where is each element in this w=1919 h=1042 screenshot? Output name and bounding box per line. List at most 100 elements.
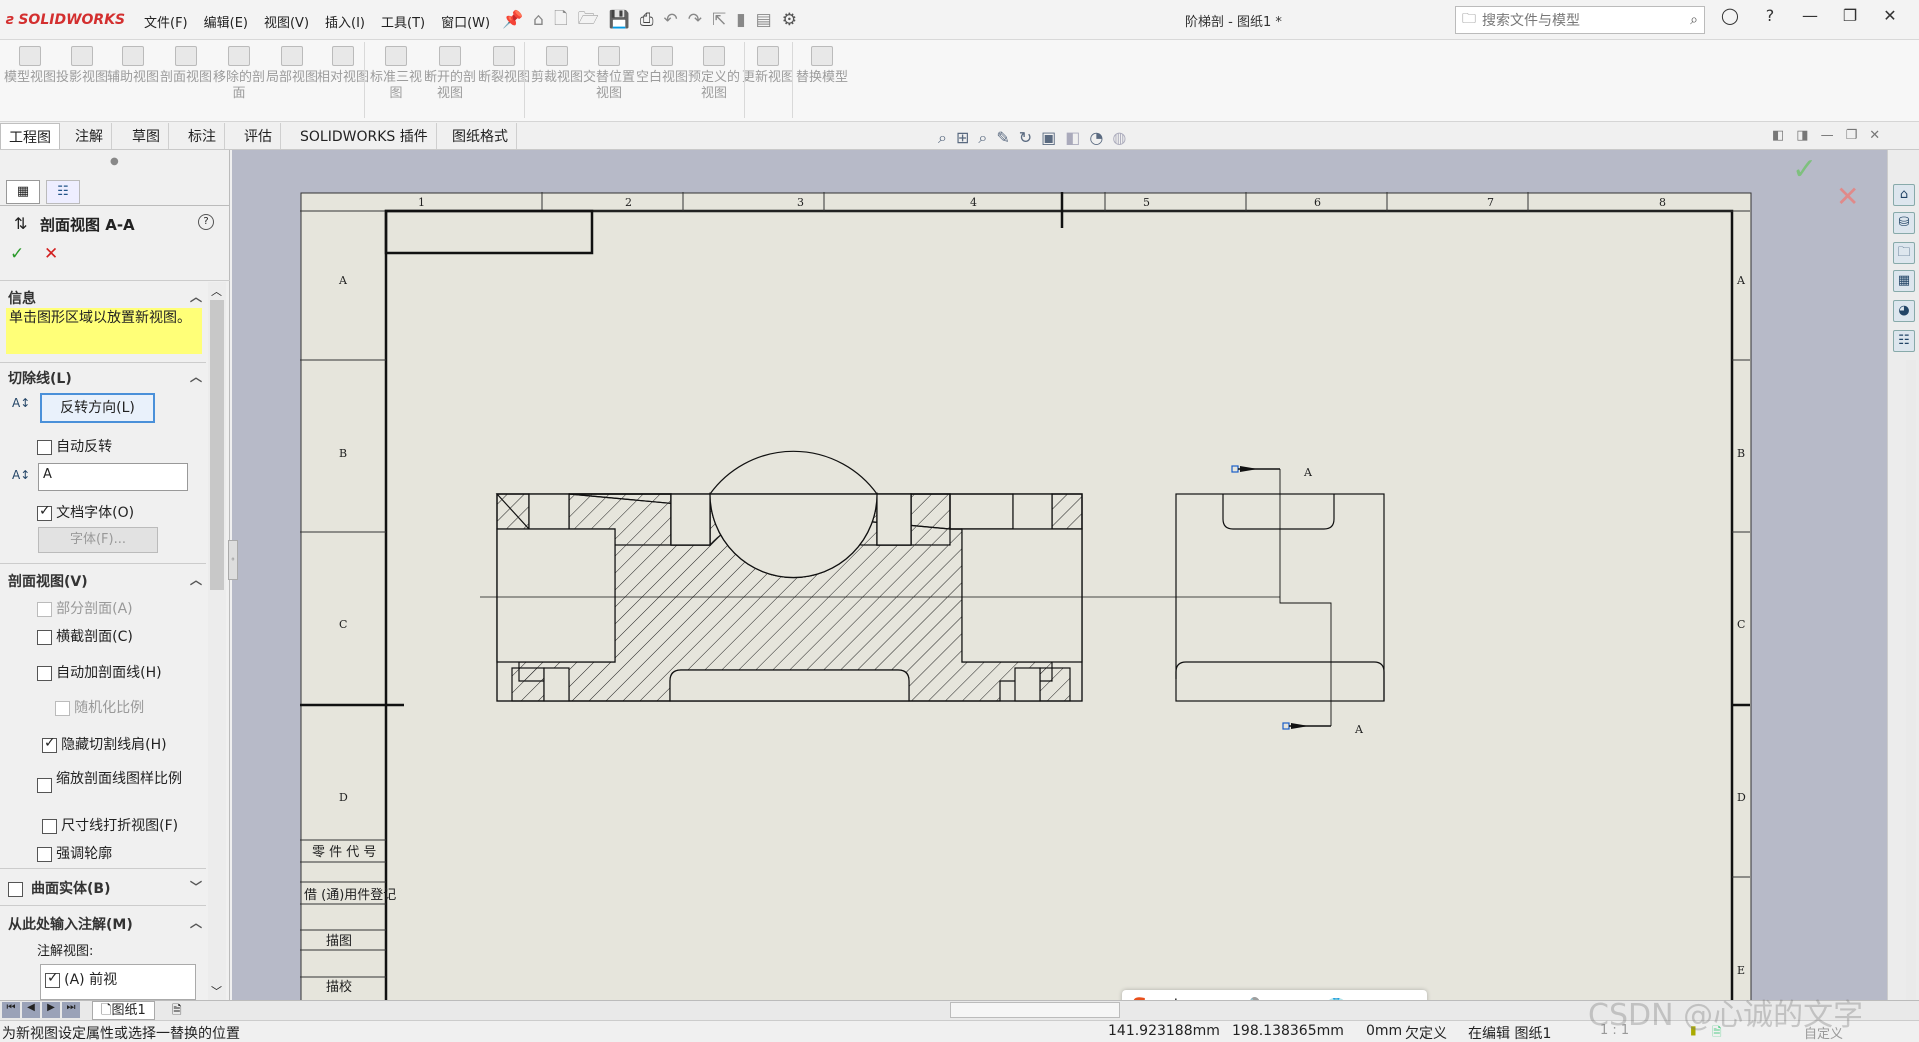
viewport-min-icon[interactable]: —	[1821, 128, 1834, 143]
tab-annotation[interactable]: 注解	[67, 123, 112, 149]
ribbon-button-replace-model[interactable]: 替换模型	[796, 46, 848, 112]
confirm-corner-ok-icon[interactable]: ✓	[1792, 152, 1817, 187]
ribbon-button-projected-view[interactable]: 投影视图	[56, 46, 108, 112]
save-icon[interactable]: 💾	[609, 10, 630, 30]
pan-icon[interactable]: ✎	[996, 128, 1009, 148]
section-view-header[interactable]: 剖面视图(V) ︿	[8, 571, 202, 591]
randomize-scale-option[interactable]: 随机化比例	[55, 697, 144, 717]
scroll-down-icon[interactable]: ﹀	[211, 983, 222, 999]
next-sheet-icon[interactable]: ▶	[42, 1002, 60, 1018]
surface-bodies-header[interactable]: 曲面实体(B) ﹀	[8, 878, 202, 898]
file-props-icon[interactable]: ▤	[756, 10, 772, 30]
appearances-icon[interactable]: ◕	[1893, 300, 1915, 322]
ribbon-button-predefined-view[interactable]: 预定义的视图	[688, 46, 740, 112]
redo-icon[interactable]: ↷	[688, 10, 702, 30]
panel-grip[interactable]: ●	[110, 156, 119, 167]
close-button[interactable]: ✕	[1870, 6, 1910, 25]
custom-properties-icon[interactable]: ☷	[1893, 330, 1915, 352]
viewport-right-icon[interactable]: ◨	[1796, 128, 1808, 143]
auto-flip-option[interactable]: 自动反转	[37, 436, 112, 456]
auto-hatch-option[interactable]: 自动加剖面线(H)	[37, 662, 162, 682]
property-tab-icon[interactable]: ☷	[46, 180, 80, 204]
doc-font-option[interactable]: 文档字体(O)	[37, 502, 134, 522]
task-pane-scrollbar[interactable]	[1906, 360, 1916, 1000]
ribbon-button-empty-view[interactable]: 空白视图	[636, 46, 688, 112]
doc-font-checkbox[interactable]	[37, 503, 52, 521]
minimize-button[interactable]: —	[1790, 6, 1830, 25]
display-style-icon[interactable]: ▣	[1041, 128, 1056, 148]
panel-collapse-handle[interactable]: ◦	[228, 540, 238, 580]
prev-sheet-icon[interactable]: ◀	[22, 1002, 40, 1018]
home-icon[interactable]: ⌂	[533, 10, 544, 30]
ribbon-button-standard-3-view[interactable]: 标准三视图	[370, 46, 422, 112]
scale-hatch-option[interactable]: 缩放剖面线图样比例	[37, 772, 207, 793]
view-settings-icon[interactable]: ◔	[1089, 128, 1103, 148]
partial-section-option[interactable]: 部分剖面(A)	[37, 598, 133, 618]
ribbon-button-removed-section[interactable]: 移除的剖面	[213, 46, 265, 112]
file-explorer-icon[interactable]: 🗀	[1893, 242, 1915, 264]
undo-icon[interactable]: ↶	[664, 10, 678, 30]
print-icon[interactable]: ⎙	[640, 10, 654, 30]
search-icon[interactable]: ⌕	[1690, 12, 1698, 28]
emphasize-outline-option[interactable]: 强调轮廓	[37, 843, 112, 863]
flip-direction-button[interactable]: 反转方向(L)	[40, 393, 155, 423]
menu-window[interactable]: 窗口(W)	[433, 10, 498, 32]
menu-edit[interactable]: 编辑(E)	[196, 10, 256, 32]
ribbon-button-broken-out-section[interactable]: 断开的剖视图	[424, 46, 476, 112]
help-icon[interactable]: ?	[1750, 6, 1790, 25]
hide-shoulders-option[interactable]: 隐藏切割线肩(H)	[42, 734, 167, 754]
tab-drawing[interactable]: 工程图	[0, 123, 60, 149]
ribbon-button-detail-view[interactable]: 局部视图	[266, 46, 318, 112]
solidworks-logo[interactable]: ƨ SOLIDWORKS	[6, 8, 125, 32]
horizontal-scrollbar[interactable]	[950, 1002, 1120, 1018]
slice-section-option[interactable]: 横截剖面(C)	[37, 626, 133, 646]
new-icon[interactable]: 🗋	[554, 6, 568, 35]
resources-home-icon[interactable]: ⌂	[1893, 184, 1915, 206]
section-label-top[interactable]: A	[1303, 466, 1313, 479]
tab-addins[interactable]: SOLIDWORKS 插件	[292, 123, 437, 149]
tab-evaluate[interactable]: 评估	[236, 123, 281, 149]
ribbon-button-relative-view[interactable]: 相对视图	[317, 46, 369, 112]
design-library-icon[interactable]: ⛁	[1893, 212, 1915, 234]
last-sheet-icon[interactable]: ⏭	[62, 1002, 80, 1018]
scene-icon[interactable]: ◍	[1112, 128, 1126, 148]
annotation-views-list[interactable]: (A) 前视	[40, 964, 196, 1000]
view-palette-icon[interactable]: ▦	[1893, 270, 1915, 292]
confirm-corner-cancel-icon[interactable]: ✕	[1836, 180, 1859, 213]
ok-button[interactable]: ✓	[10, 244, 24, 264]
restore-button[interactable]: ❐	[1830, 6, 1870, 25]
tab-markup[interactable]: 标注	[180, 123, 225, 149]
viewport-close-icon[interactable]: ✕	[1869, 128, 1880, 143]
first-sheet-icon[interactable]: ⏮	[2, 1002, 20, 1018]
font-button[interactable]: 字体(F)...	[38, 527, 158, 553]
menu-view[interactable]: 视图(V)	[256, 10, 317, 32]
zoom-fit-icon[interactable]: ⌕	[938, 128, 947, 148]
add-sheet-icon[interactable]: 🗎	[172, 1001, 192, 1019]
tab-sheet-format[interactable]: 图纸格式	[444, 123, 517, 149]
open-icon[interactable]: 🗁	[578, 6, 599, 35]
search-input[interactable]: 搜索文件与模型	[1482, 10, 1690, 30]
feature-tree-tab-icon[interactable]: ▦	[6, 180, 40, 204]
ribbon-button-auxiliary-view[interactable]: 辅助视图	[107, 46, 159, 112]
dim-break-option[interactable]: 尺寸线打折视图(F)	[42, 815, 178, 835]
select-icon[interactable]: ⇱	[712, 10, 726, 30]
search-box[interactable]: 🗀 搜索文件与模型 ⌕	[1455, 6, 1705, 34]
hide-show-icon[interactable]: ◧	[1065, 128, 1080, 148]
ribbon-button-crop-view[interactable]: 剪裁视图	[531, 46, 583, 112]
menu-insert[interactable]: 插入(I)	[317, 10, 373, 32]
pin-icon[interactable]: 📌	[502, 10, 523, 30]
menu-tools[interactable]: 工具(T)	[373, 10, 433, 32]
rebuild-icon[interactable]: ▮	[736, 10, 745, 30]
viewport-restore-icon[interactable]: ❐	[1846, 128, 1858, 143]
user-icon[interactable]: ◯	[1710, 6, 1750, 25]
front-view-checkbox[interactable]	[45, 970, 60, 988]
info-section-header[interactable]: 信息 ︿	[8, 288, 202, 308]
scroll-up-icon[interactable]: ︿	[211, 283, 222, 299]
import-annotations-header[interactable]: 从此处输入注解(M) ︿	[8, 914, 202, 934]
ribbon-button-section-view[interactable]: 剖面视图	[160, 46, 212, 112]
tab-sketch[interactable]: 草图	[124, 123, 169, 149]
viewport-left-icon[interactable]: ◧	[1772, 128, 1784, 143]
cancel-button[interactable]: ✕	[44, 244, 58, 264]
section-label-input[interactable]: A	[38, 463, 188, 491]
section-label-bottom[interactable]: A	[1354, 723, 1364, 736]
